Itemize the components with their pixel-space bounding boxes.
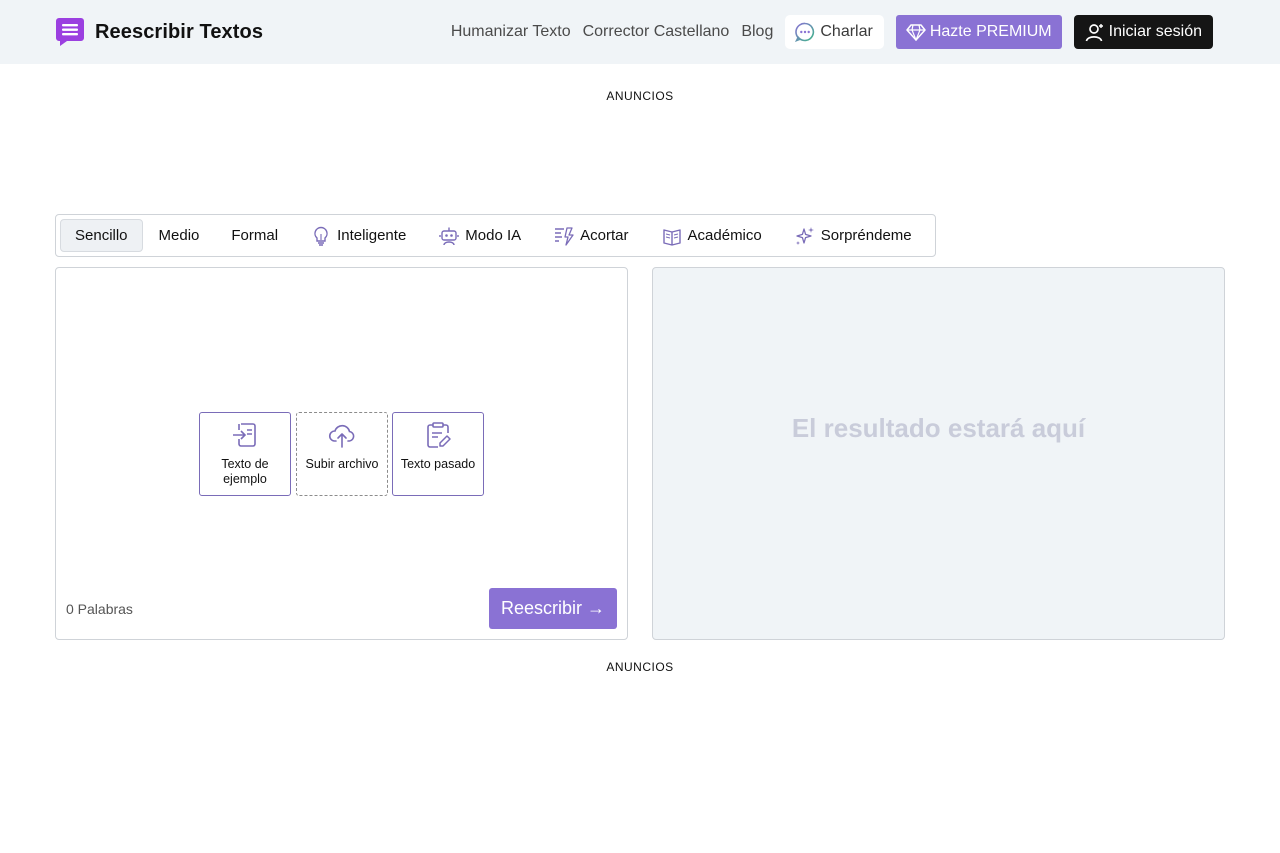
mode-tab-academico[interactable]: Académico (645, 219, 778, 252)
mode-label: Formal (231, 227, 279, 244)
mode-label: Inteligente (337, 227, 407, 244)
clipboard-edit-icon (427, 422, 451, 448)
word-count: 0 Palabras (66, 601, 133, 617)
sample-text-button[interactable]: Texto de ejemplo (199, 412, 291, 496)
chat-bubble-icon (795, 22, 815, 42)
login-label: Iniciar sesión (1108, 23, 1202, 40)
output-placeholder: El resultado estará aquí (791, 413, 1086, 443)
mode-tab-acortar[interactable]: Acortar (537, 219, 644, 252)
mode-label: Sorpréndeme (820, 227, 912, 244)
sparkles-icon (795, 226, 814, 245)
login-button[interactable]: Iniciar sesión (1073, 15, 1213, 49)
mode-tab-inteligente[interactable]: Inteligente (294, 219, 422, 252)
mode-label: Sencillo (75, 227, 128, 244)
upload-file-label: Subir archivo (305, 457, 379, 471)
mode-tab-medio[interactable]: Medio (143, 219, 216, 252)
mode-label: Acortar (580, 227, 629, 244)
input-panel[interactable]: Texto de ejemplo Subir archivo Texto pas… (55, 267, 628, 640)
mode-label: Modo IA (465, 227, 522, 244)
site-header: Reescribir Textos Humanizar Texto Correc… (0, 0, 1280, 64)
mode-tabs: Sencillo Medio Formal Inteligente Modo I… (55, 214, 936, 257)
file-import-icon (233, 423, 256, 447)
paste-text-label: Texto pasado (400, 457, 476, 471)
mode-tab-sorprendeme[interactable]: Sorpréndeme (778, 219, 928, 252)
brand-name: Reescribir Textos (95, 20, 264, 43)
ads-label-top: ANUNCIOS (606, 89, 674, 103)
paste-text-button[interactable]: Texto pasado (392, 412, 484, 496)
output-panel: El resultado estará aquí (652, 267, 1225, 640)
premium-button[interactable]: Hazte PREMIUM (895, 15, 1062, 49)
nav-corrector-link[interactable]: Corrector Castellano (583, 23, 730, 41)
sample-text-label: Texto de ejemplo (221, 457, 269, 486)
user-icon (1085, 24, 1103, 42)
mode-tab-sencillo[interactable]: Sencillo (60, 219, 143, 252)
premium-label: Hazte PREMIUM (929, 23, 1052, 40)
diamond-icon (906, 24, 926, 41)
top-nav: Humanizar Texto Corrector Castellano Blo… (451, 15, 1213, 49)
chat-lines-icon (56, 18, 84, 46)
ads-label-bottom: ANUNCIOS (606, 660, 674, 674)
nav-blog-link[interactable]: Blog (741, 23, 773, 41)
upload-file-button[interactable]: Subir archivo (296, 412, 388, 496)
mode-label: Académico (687, 227, 762, 244)
cloud-upload-icon (328, 424, 355, 448)
chat-button[interactable]: Charlar (785, 15, 884, 49)
book-icon (662, 228, 681, 246)
mode-tab-modo-ia[interactable]: Modo IA (422, 219, 537, 252)
mode-tab-formal[interactable]: Formal (215, 219, 294, 252)
lightbulb-icon (314, 226, 328, 246)
mode-label: Medio (158, 227, 200, 244)
rewrite-button[interactable]: Reescribir → (488, 588, 617, 629)
brand-logo[interactable]: Reescribir Textos (55, 17, 263, 47)
shorten-icon (555, 226, 574, 246)
robot-icon (439, 227, 459, 245)
nav-humanize-link[interactable]: Humanizar Texto (451, 23, 571, 41)
chat-label: Charlar (820, 23, 873, 40)
